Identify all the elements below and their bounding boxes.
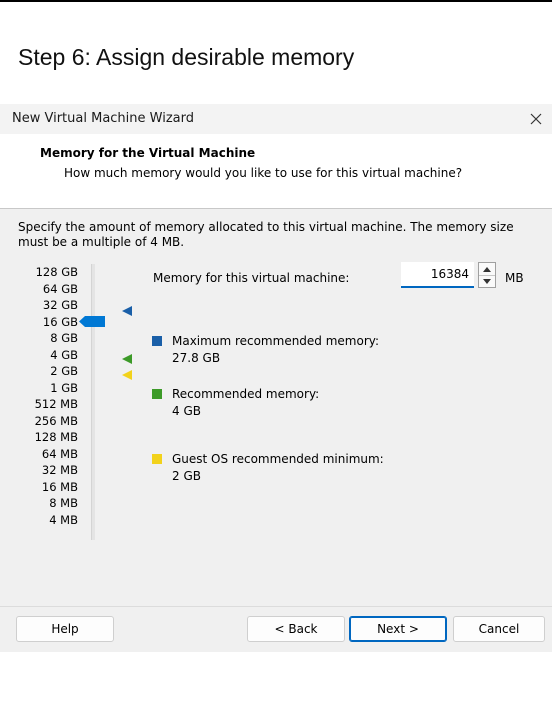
back-button[interactable]: < Back <box>247 616 345 642</box>
close-button[interactable] <box>520 104 552 134</box>
memory-size-input[interactable] <box>401 262 474 288</box>
minimum-label: Guest OS recommended minimum: <box>172 452 384 466</box>
scale-label: 4 MB <box>49 512 78 527</box>
memory-unit: MB <box>505 271 524 285</box>
recommended-swatch <box>152 389 162 399</box>
scale-label: 8 GB <box>50 331 78 345</box>
memory-description: Specify the amount of memory allocated t… <box>18 220 538 250</box>
description-line-2: must be a multiple of 4 MB. <box>18 235 185 249</box>
scale-label: 256 MB <box>34 413 78 428</box>
header-separator <box>0 208 552 209</box>
spin-down-icon <box>483 278 491 284</box>
next-button[interactable]: Next > <box>349 616 447 642</box>
recommended-label: Recommended memory: <box>172 387 320 401</box>
header-subtitle: How much memory would you like to use fo… <box>64 166 463 180</box>
help-button[interactable]: Help <box>16 616 114 642</box>
step-heading: Step 6: Assign desirable memory <box>18 44 355 70</box>
top-rule <box>0 0 552 2</box>
window-title: New Virtual Machine Wizard <box>12 111 194 126</box>
slider-thumb-shape <box>79 316 105 327</box>
cancel-button[interactable]: Cancel <box>453 616 545 642</box>
minimum-swatch <box>152 454 162 464</box>
wizard-header: Memory for the Virtual Machine How much … <box>0 134 552 208</box>
title-bar: New Virtual Machine Wizard <box>0 104 552 134</box>
scale-label: 1 GB <box>50 380 78 395</box>
memory-label: Memory for this virtual machine: <box>153 271 350 285</box>
wizard-dialog: New Virtual Machine Wizard Memory for th… <box>0 104 552 652</box>
scale-label: 4 GB <box>50 347 78 362</box>
scale-label: 128 MB <box>34 430 78 444</box>
scale-label: 8 MB <box>49 496 78 510</box>
header-title: Memory for the Virtual Machine <box>40 146 256 160</box>
description-line-1: Specify the amount of memory allocated t… <box>18 220 514 234</box>
max-recommended-label: Maximum recommended memory: <box>172 334 380 348</box>
memory-scale-labels: 128 GB 64 GB 32 GB 16 GB 8 GB 4 GB 2 GB 1 GB 512… <box>14 264 78 528</box>
minimum-marker-icon <box>122 370 132 380</box>
scale-label: 64 MB <box>41 446 78 461</box>
scale-label: 16 GB <box>42 314 78 329</box>
scale-label: 128 GB <box>35 265 78 279</box>
footer-separator <box>0 606 552 607</box>
recommended-marker-icon <box>122 354 132 364</box>
scale-label: 16 MB <box>41 479 78 494</box>
close-icon <box>530 113 542 125</box>
max-recommended-value: 27.8 GB <box>172 351 221 365</box>
scale-label: 64 GB <box>42 281 78 296</box>
memory-spinner[interactable] <box>478 262 496 288</box>
max-recommended-marker-icon <box>122 306 132 316</box>
spin-up-icon <box>483 266 491 272</box>
memory-slider-track[interactable] <box>91 264 95 540</box>
scale-label: 2 GB <box>50 364 78 378</box>
memory-slider-thumb[interactable] <box>79 316 105 327</box>
scale-label: 32 GB <box>42 298 78 312</box>
scale-label: 32 MB <box>41 463 78 477</box>
scale-label: 512 MB <box>34 397 78 411</box>
recommended-value: 4 GB <box>172 404 201 418</box>
spin-down-button[interactable] <box>479 275 495 287</box>
max-recommended-swatch <box>152 336 162 346</box>
minimum-value: 2 GB <box>172 469 201 483</box>
